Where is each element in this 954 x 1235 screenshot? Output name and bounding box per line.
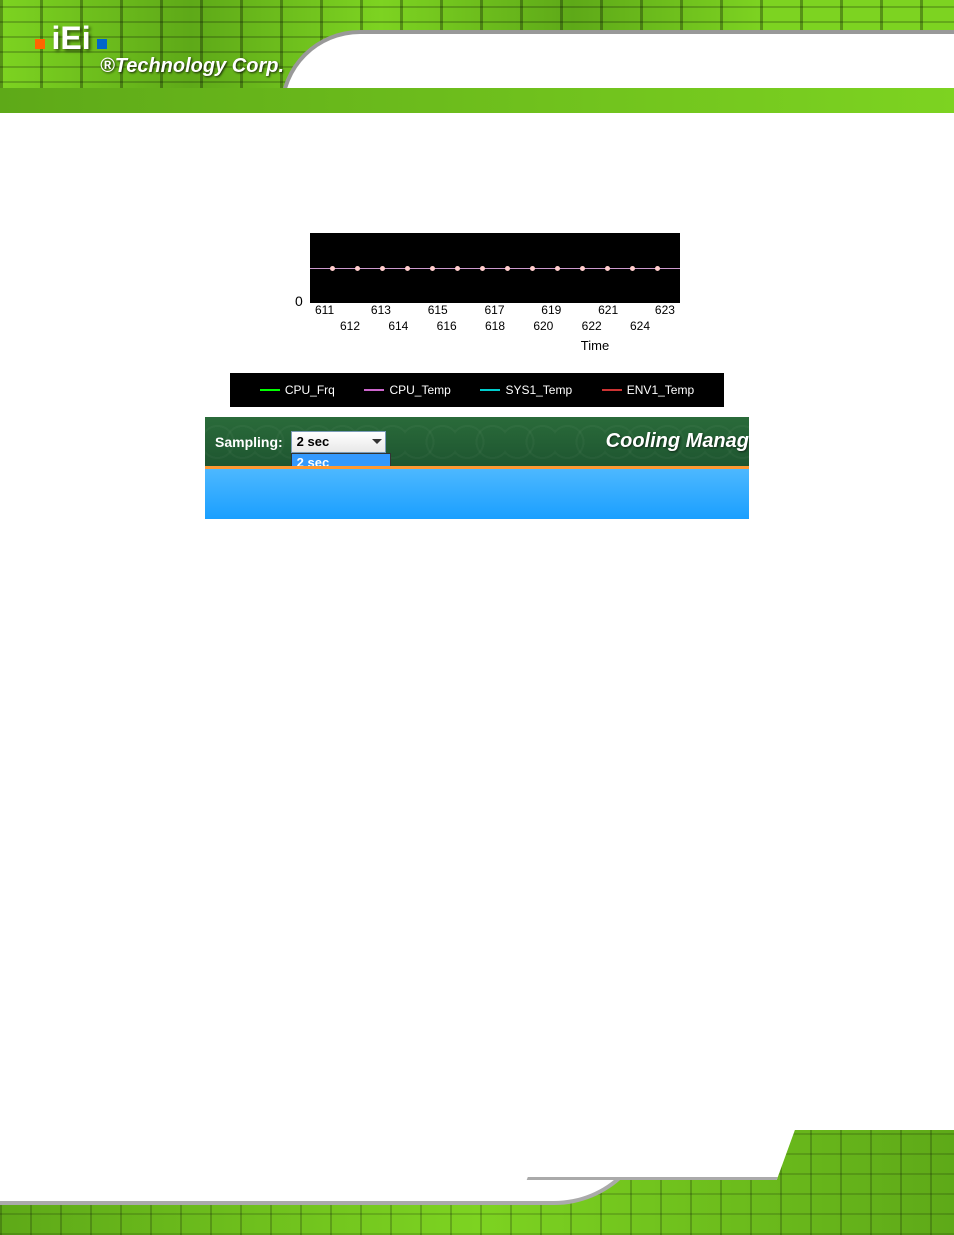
legend-label: CPU_Temp bbox=[389, 383, 450, 397]
dropdown-value: 2 sec bbox=[297, 434, 330, 449]
x-tick: 623 bbox=[655, 303, 675, 317]
y-axis-zero: 0 bbox=[295, 293, 303, 309]
chart-legend: CPU_Frq CPU_Temp SYS1_Temp ENV1_Temp bbox=[230, 373, 724, 407]
green-strip bbox=[0, 88, 954, 113]
chart-point bbox=[480, 266, 485, 271]
sampling-dropdown[interactable]: 2 sec 2 sec 5 sec 10 sec bbox=[291, 431, 386, 453]
bottom-banner bbox=[0, 1130, 954, 1235]
sampling-label: Sampling: bbox=[215, 434, 283, 450]
chart-point bbox=[630, 266, 635, 271]
top-banner: iEi ®Technology Corp. bbox=[0, 0, 954, 113]
x-tick: 616 bbox=[437, 319, 457, 333]
x-tick: 612 bbox=[340, 319, 360, 333]
panel-body bbox=[205, 469, 749, 519]
x-ticks-major: 611 613 615 617 619 621 623 bbox=[310, 303, 680, 317]
chart-point bbox=[380, 266, 385, 271]
dropdown-selected[interactable]: 2 sec bbox=[291, 431, 386, 453]
legend-label: CPU_Frq bbox=[285, 383, 335, 397]
chart-point bbox=[555, 266, 560, 271]
x-tick: 620 bbox=[533, 319, 553, 333]
chart-plot-area bbox=[310, 233, 680, 303]
x-tick: 619 bbox=[541, 303, 561, 317]
x-axis: 611 613 615 617 619 621 623 612 614 616 … bbox=[310, 303, 680, 353]
chart-point bbox=[530, 266, 535, 271]
legend-color-icon bbox=[364, 389, 384, 391]
x-ticks-minor: 612 614 616 618 620 622 624 bbox=[310, 319, 680, 333]
x-tick: 618 bbox=[485, 319, 505, 333]
x-tick: 617 bbox=[485, 303, 505, 317]
legend-label: ENV1_Temp bbox=[627, 383, 694, 397]
logo-decor-blue bbox=[97, 39, 107, 49]
main-content: 0 611 613 615 617 619 621 bbox=[0, 113, 954, 522]
legend-item-cpu-frq[interactable]: CPU_Frq bbox=[260, 383, 335, 397]
company-name: ®Technology Corp. bbox=[100, 55, 284, 78]
chart-series-line bbox=[310, 268, 680, 269]
x-tick: 611 bbox=[315, 303, 334, 317]
legend-label: SYS1_Temp bbox=[505, 383, 572, 397]
chart-point bbox=[430, 266, 435, 271]
legend-item-cpu-temp[interactable]: CPU_Temp bbox=[364, 383, 450, 397]
chart-point bbox=[455, 266, 460, 271]
chart-point bbox=[330, 266, 335, 271]
chart-point bbox=[655, 266, 660, 271]
panel-title: Cooling Manag bbox=[606, 430, 749, 453]
x-tick: 614 bbox=[388, 319, 408, 333]
x-tick: 621 bbox=[598, 303, 618, 317]
chart-point bbox=[355, 266, 360, 271]
legend-item-env1-temp[interactable]: ENV1_Temp bbox=[602, 383, 694, 397]
legend-color-icon bbox=[260, 389, 280, 391]
legend-color-icon bbox=[480, 389, 500, 391]
logo-text: iEi bbox=[51, 20, 90, 57]
legend-item-sys1-temp[interactable]: SYS1_Temp bbox=[480, 383, 572, 397]
dropdown-option-2sec[interactable]: 2 sec bbox=[292, 454, 390, 470]
bottom-curve-2 bbox=[527, 1130, 832, 1180]
chart-point bbox=[505, 266, 510, 271]
dropdown-list: 2 sec 5 sec 10 sec bbox=[291, 453, 391, 470]
chart-point bbox=[405, 266, 410, 271]
x-tick: 615 bbox=[428, 303, 448, 317]
sampling-panel: Sampling: 2 sec 2 sec 5 sec 10 sec Cooli… bbox=[205, 417, 749, 522]
chart-point bbox=[580, 266, 585, 271]
x-axis-label: Time bbox=[510, 338, 680, 353]
x-tick: 624 bbox=[630, 319, 650, 333]
legend-color-icon bbox=[602, 389, 622, 391]
logo-decor-orange bbox=[35, 39, 45, 49]
x-tick: 613 bbox=[371, 303, 391, 317]
logo: iEi bbox=[35, 20, 107, 57]
chart: 0 611 613 615 617 619 621 bbox=[275, 233, 749, 353]
chart-point bbox=[605, 266, 610, 271]
x-tick: 622 bbox=[582, 319, 602, 333]
panel-header: Sampling: 2 sec 2 sec 5 sec 10 sec Cooli… bbox=[205, 417, 749, 469]
chevron-down-icon bbox=[372, 439, 382, 444]
